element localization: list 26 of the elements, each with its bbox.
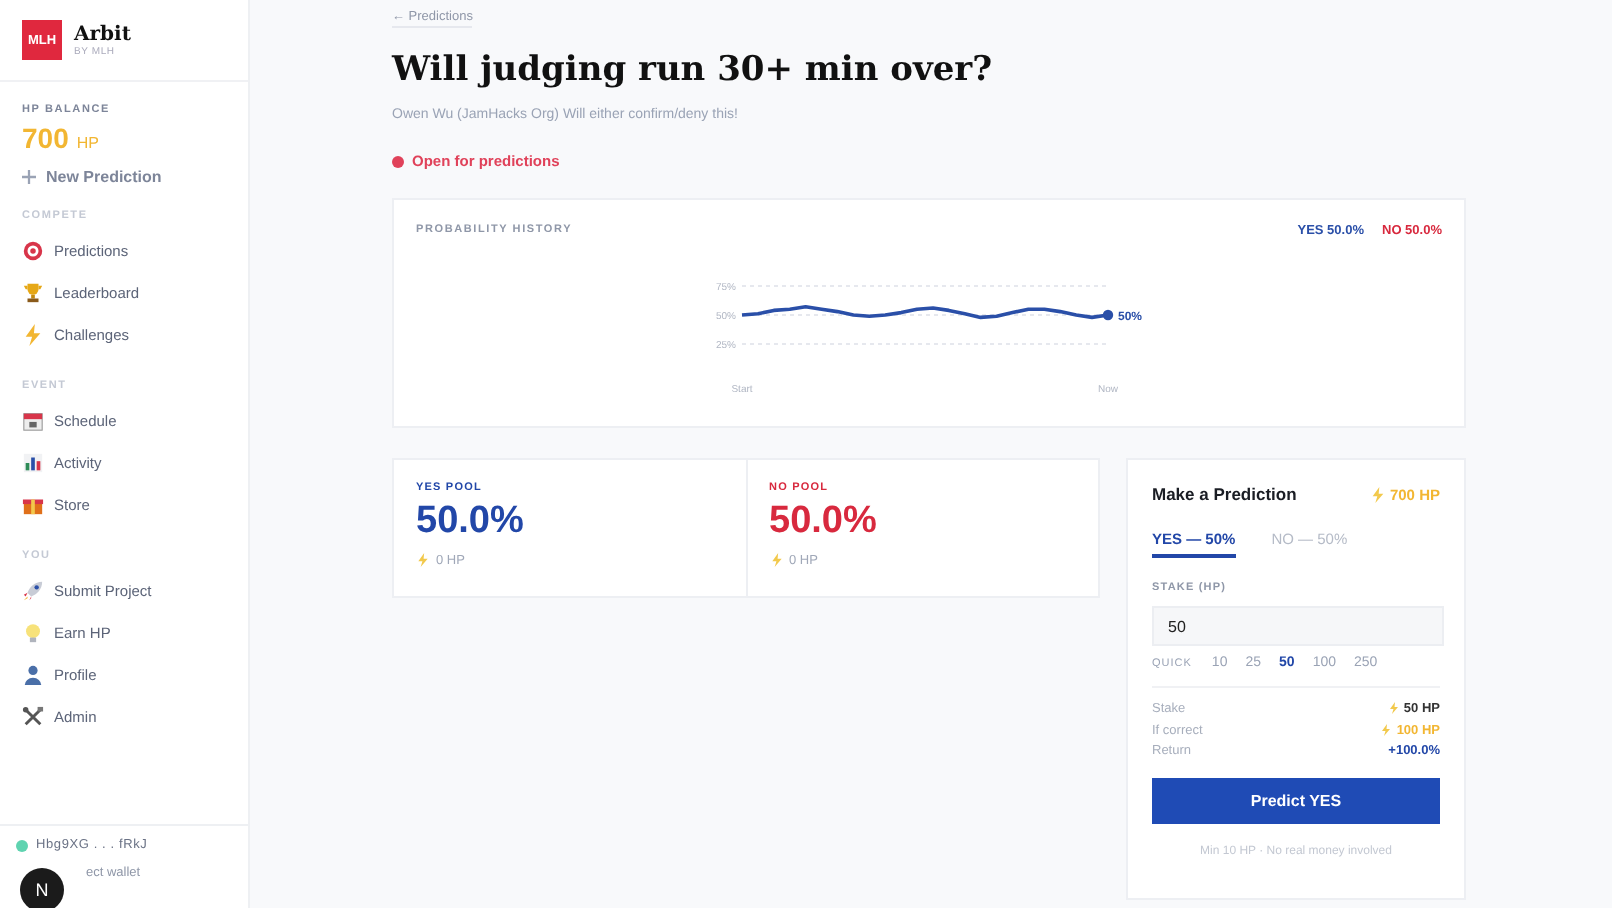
- balance-unit: HP: [76, 134, 99, 152]
- pool-percentage: 50.0%: [769, 500, 879, 544]
- lightning-icon: [416, 552, 430, 568]
- lightning-icon: [769, 552, 783, 568]
- brand-name: Arbit: [74, 23, 131, 45]
- panel-title: Make a Prediction: [1152, 484, 1297, 504]
- dev-badge[interactable]: N: [20, 868, 64, 908]
- plus-icon: [22, 170, 36, 184]
- rocket-icon: [22, 580, 44, 602]
- person-icon: [22, 664, 44, 686]
- tools-icon: [22, 706, 44, 728]
- pool-percentage: 50.0%: [416, 500, 526, 544]
- calendar-icon: [22, 410, 44, 432]
- balance-value: 700: [22, 122, 69, 154]
- new-prediction-link[interactable]: New Prediction: [22, 168, 226, 186]
- page-title: Will judging run 30+ min over?: [392, 50, 993, 90]
- stake-input[interactable]: 50: [1152, 606, 1444, 646]
- end-point: [1102, 309, 1114, 321]
- lightning-icon: [1369, 485, 1386, 503]
- trophy-icon: [22, 282, 44, 304]
- lightning-icon: [22, 324, 44, 346]
- bar-chart-icon: [22, 452, 44, 474]
- gift-icon: [22, 494, 44, 516]
- predict-button[interactable]: Predict YES: [1152, 778, 1440, 824]
- target-icon: [22, 240, 44, 262]
- lightbulb-icon: [22, 622, 44, 644]
